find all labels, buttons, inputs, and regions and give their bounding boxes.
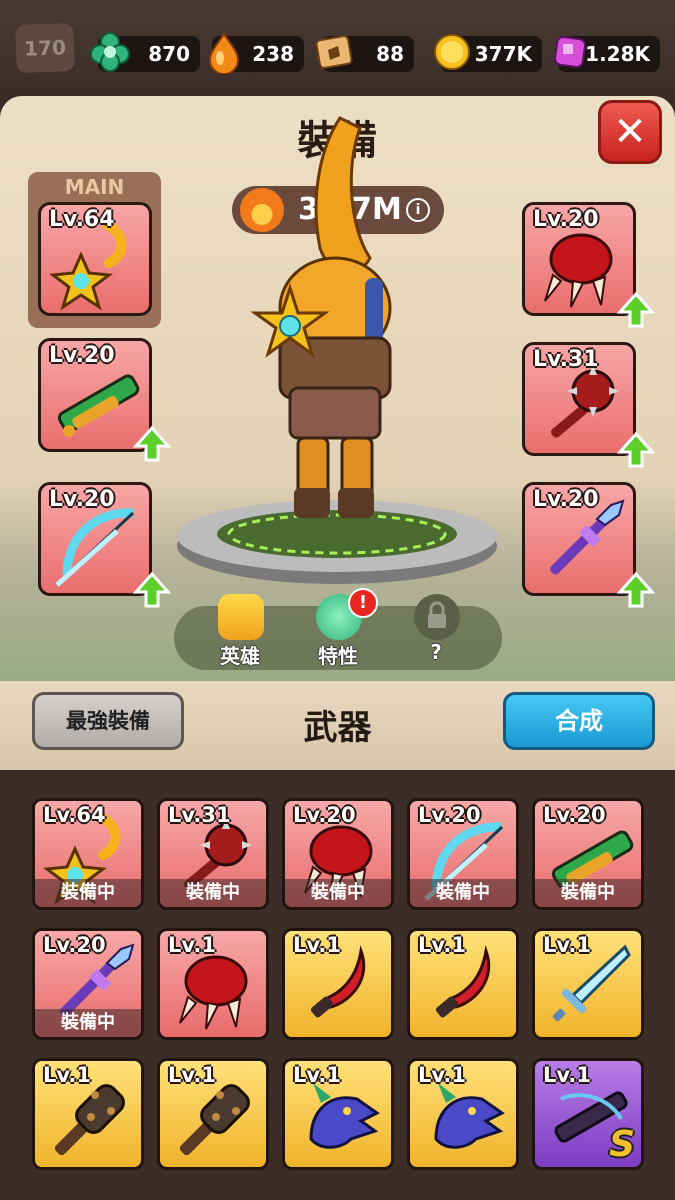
item-level: Lv.1: [543, 1063, 591, 1087]
item-level: Lv.1: [418, 1063, 466, 1087]
resource-scroll[interactable]: 88: [315, 35, 414, 72]
gold-coin-icon: [430, 30, 474, 74]
hero-icon: [218, 594, 264, 640]
item-level: Lv.1: [543, 933, 591, 957]
slot-level: Lv.31: [533, 347, 599, 372]
upgrade-arrow-icon: [616, 290, 656, 330]
scroll-count: 88: [376, 42, 404, 66]
info-icon[interactable]: i: [406, 198, 430, 222]
item-level: Lv.1: [418, 933, 466, 957]
player-level-badge[interactable]: 170: [15, 23, 75, 73]
item-level: Lv.1: [168, 1063, 216, 1087]
upgrade-arrow-icon: [132, 424, 172, 464]
item-level: Lv.1: [293, 933, 341, 957]
slot-level: Lv.20: [533, 487, 599, 512]
resource-gold-coin[interactable]: 377K: [434, 34, 542, 72]
equipped-label: 裝備中: [35, 879, 141, 907]
main-slot-label: MAIN: [64, 175, 125, 199]
slot-level: Lv.20: [49, 487, 115, 512]
inventory-item[interactable]: Lv.1: [157, 1058, 269, 1170]
hero-character: [250, 116, 392, 518]
slot-level: Lv.20: [533, 207, 599, 232]
inventory-item[interactable]: Lv.1: [157, 928, 269, 1040]
equipped-label: 裝備中: [410, 879, 516, 907]
item-level: Lv.31: [168, 803, 231, 827]
equipped-label: 裝備中: [160, 879, 266, 907]
item-level: Lv.1: [43, 1063, 91, 1087]
tab-hero[interactable]: 英雄: [200, 594, 280, 670]
hero-tabs: 英雄 特性 ?: [174, 594, 502, 670]
resource-purple-gem[interactable]: 1.28K: [553, 35, 660, 72]
inventory-grid: Lv.64 裝備中 Lv.31 裝備中 Lv.20 裝備中 Lv.20 裝備中 …: [0, 770, 675, 1200]
grade-badge: S: [609, 1124, 635, 1165]
item-level: Lv.1: [168, 933, 216, 957]
inventory-item[interactable]: Lv.64 裝備中: [32, 798, 144, 910]
tab-hero-label: 英雄: [220, 644, 260, 668]
item-level: Lv.20: [418, 803, 481, 827]
inventory-item[interactable]: Lv.1: [32, 1058, 144, 1170]
item-level: Lv.20: [43, 933, 106, 957]
inventory-item[interactable]: Lv.1: [532, 928, 644, 1040]
upgrade-arrow-icon: [616, 570, 656, 610]
inventory-item[interactable]: Lv.1: [407, 1058, 519, 1170]
purple-gem-count: 1.28K: [585, 42, 650, 66]
inventory-item[interactable]: Lv.20 裝備中: [532, 798, 644, 910]
resource-fire-drop[interactable]: 238: [208, 32, 304, 75]
inventory-item[interactable]: Lv.1: [282, 1058, 394, 1170]
equip-slot-main-weapon[interactable]: Lv.64: [38, 202, 152, 316]
equipped-label: 裝備中: [35, 1009, 141, 1037]
item-level: Lv.1: [293, 1063, 341, 1087]
fire-drop-icon: [202, 30, 246, 75]
equipped-label: 裝備中: [535, 879, 641, 907]
inventory-item[interactable]: Lv.1: [282, 928, 394, 1040]
clover-gem-icon: [88, 30, 132, 74]
scroll-icon: [312, 30, 356, 74]
inventory-item[interactable]: Lv.31 裝備中: [157, 798, 269, 910]
trait-notification-badge: !: [348, 588, 378, 618]
inventory-item[interactable]: Lv.20 裝備中: [407, 798, 519, 910]
item-level: Lv.20: [293, 803, 356, 827]
tab-trait-label: 特性: [318, 644, 358, 668]
equipped-label: 裝備中: [285, 879, 391, 907]
inventory-item[interactable]: Lv.1: [407, 928, 519, 1040]
inventory-item[interactable]: Lv.20 裝備中: [282, 798, 394, 910]
inventory-item[interactable]: Lv.20 裝備中: [32, 928, 144, 1040]
slot-level: Lv.20: [49, 343, 115, 368]
upgrade-arrow-icon: [132, 570, 172, 610]
tab-locked-label: ?: [430, 640, 442, 664]
top-resource-bar: 170 870 238 88 377K 1.28K: [0, 0, 675, 100]
close-button[interactable]: ✕: [598, 100, 662, 164]
lock-icon: [414, 594, 460, 640]
clover-gem-count: 870: [148, 42, 190, 66]
synthesize-button[interactable]: 合成: [503, 692, 655, 750]
close-icon: ✕: [613, 109, 647, 155]
resource-clover-gem[interactable]: 870: [90, 32, 200, 72]
tab-locked[interactable]: ?: [396, 594, 476, 670]
upgrade-arrow-icon: [616, 430, 656, 470]
item-level: Lv.64: [43, 803, 106, 827]
fire-drop-count: 238: [252, 42, 294, 66]
purple-gem-icon: [548, 30, 592, 74]
inventory-item[interactable]: Lv.1 S: [532, 1058, 644, 1170]
gold-coin-count: 377K: [474, 42, 532, 66]
slot-level: Lv.64: [49, 207, 115, 232]
item-level: Lv.20: [543, 803, 606, 827]
